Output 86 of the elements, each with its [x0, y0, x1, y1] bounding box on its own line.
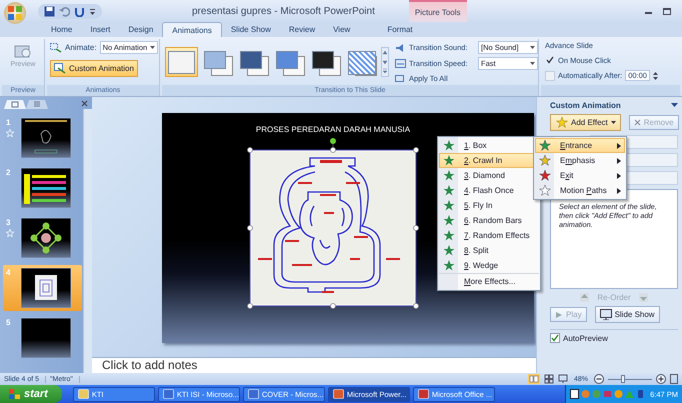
star-icon: [443, 170, 455, 181]
ribbon-tab[interactable]: Slide Show: [222, 22, 280, 37]
submenu-arrow-icon: [617, 158, 621, 164]
slide-number: 2: [6, 168, 12, 177]
ribbon-tab[interactable]: Animations: [162, 22, 222, 37]
play-icon: [555, 310, 563, 318]
undo-icon[interactable]: [59, 6, 70, 16]
speed-icon: [395, 58, 406, 68]
sound-icon: [395, 42, 406, 52]
gallery-scrollbar[interactable]: [381, 47, 389, 77]
star-icon: [443, 200, 455, 211]
monitor-icon: [600, 309, 612, 320]
preview-icon: [14, 45, 32, 59]
star-icon: [555, 117, 568, 128]
office-logo: [6, 4, 24, 22]
star-icon: [539, 155, 551, 166]
menu-item[interactable]: 7. Random Effects: [439, 228, 539, 243]
office-button[interactable]: [4, 2, 26, 24]
maximize-icon[interactable]: [662, 6, 672, 16]
ribbon-tab[interactable]: View: [324, 22, 360, 37]
star-icon: [443, 230, 455, 241]
ribbon-tab[interactable]: Insert: [81, 22, 120, 37]
star-icon: [443, 155, 455, 166]
star-icon: [443, 140, 455, 151]
slideshow-view-icon[interactable]: [558, 374, 568, 384]
slide-number: 4: [6, 268, 12, 277]
animate-icon: [50, 42, 62, 52]
ribbon-tab[interactable]: Design: [119, 22, 162, 37]
checkmark-icon: [551, 334, 559, 342]
save-icon[interactable]: [44, 6, 55, 16]
outline-tab-icon[interactable]: [26, 100, 48, 109]
normal-view-icon[interactable]: [528, 374, 540, 384]
star-icon: [539, 185, 551, 196]
window-title: presentasi gupres - Microsoft PowerPoint: [192, 6, 375, 16]
ribbon-tab[interactable]: Home: [42, 22, 82, 37]
slide-show-button[interactable]: Slide Show: [594, 306, 660, 323]
zoom-in-icon[interactable]: [656, 374, 666, 384]
slide-number: 1: [6, 118, 12, 127]
menu-item[interactable]: 6. Random Bars: [439, 213, 539, 228]
ribbon-tab[interactable]: Review: [280, 22, 324, 37]
ribbon-tab[interactable]: Format: [369, 22, 431, 37]
fit-window-icon[interactable]: [670, 374, 678, 384]
selected-diagram-drawing[interactable]: [247, 137, 419, 309]
custom-animation-button[interactable]: Custom Animation: [50, 60, 138, 77]
pane-title: Custom Animation: [550, 101, 621, 110]
remove-icon: [634, 119, 641, 126]
star-icon: [443, 260, 455, 271]
checkmark-icon: [546, 56, 554, 64]
slide-title: PROSES PEREDARAN DARAH MANUSIA: [256, 125, 410, 134]
menu-item[interactable]: 5. Fly In: [439, 198, 539, 213]
notes-field[interactable]: Click to add notes: [92, 357, 536, 373]
caret-icon: [530, 62, 535, 65]
dropdown-icon[interactable]: [671, 103, 678, 108]
submenu-arrow-icon: [617, 172, 621, 178]
caret-icon: [150, 46, 156, 49]
submenu-arrow-icon: [617, 142, 621, 148]
context-tab-label: Picture Tools: [408, 0, 467, 22]
menu-item[interactable]: Exit: [535, 168, 625, 183]
slide-number: 3: [6, 218, 12, 227]
autopreview-checkbox[interactable]: AutoPreview: [550, 329, 678, 343]
caret-icon: [530, 46, 535, 49]
slide-sorter-icon[interactable]: [544, 374, 554, 384]
caret-icon: [610, 121, 616, 124]
star-icon: [443, 215, 455, 226]
menu-item[interactable]: 9. Wedge: [439, 258, 539, 273]
star-icon: [539, 170, 551, 181]
animate-label: Animate:: [65, 43, 97, 52]
reorder-label: Re-Order: [597, 293, 631, 302]
submenu-arrow-icon: [617, 188, 621, 194]
windows-logo: [8, 388, 21, 400]
close-icon[interactable]: [81, 100, 88, 106]
add-effect-button[interactable]: Add Effect: [550, 114, 621, 131]
menu-item[interactable]: 8. Split: [439, 243, 539, 258]
custom-animation-icon: [54, 63, 66, 74]
spinner-icon[interactable]: [652, 70, 658, 80]
menu-item[interactable]: More Effects...: [439, 273, 539, 289]
star-icon: [443, 185, 455, 196]
transition-thumbnail[interactable]: [165, 47, 198, 77]
slide-number: 5: [6, 318, 12, 327]
star-icon: [443, 245, 455, 256]
star-icon: [539, 140, 551, 151]
slides-icon: [395, 73, 406, 83]
slides-tab-icon[interactable]: [4, 100, 26, 109]
scrollbar[interactable]: [83, 109, 92, 373]
menu-item[interactable]: Entrance: [535, 138, 625, 153]
zoom-out-icon[interactable]: [594, 374, 604, 384]
